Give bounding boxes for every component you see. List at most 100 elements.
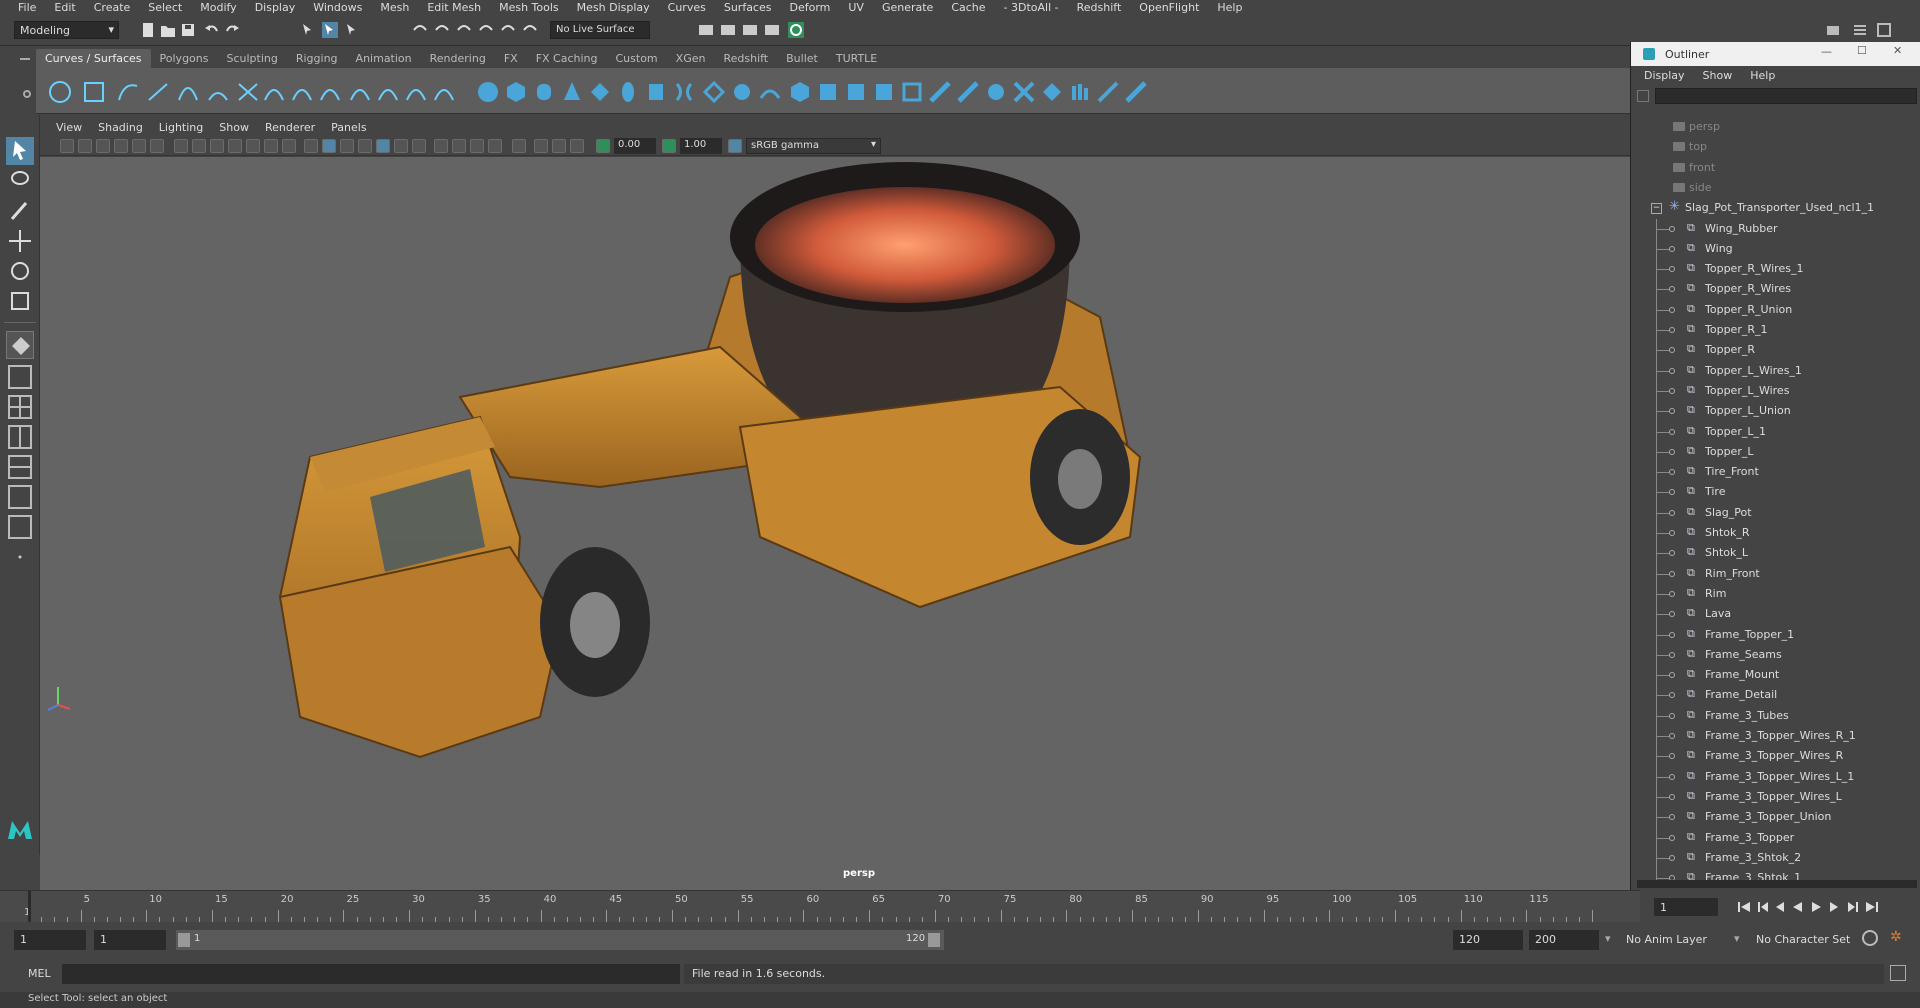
menu-set-dropdown[interactable]: Modeling ▾: [14, 21, 119, 39]
toggle-panel-icon[interactable]: [1876, 22, 1892, 38]
step-back-icon[interactable]: [1776, 902, 1784, 912]
insert-isoparm-icon[interactable]: [1012, 80, 1036, 104]
outliner-mesh-row[interactable]: ⧉ Topper_R_1: [1631, 320, 1920, 340]
snap-point-icon[interactable]: [456, 22, 472, 38]
shelf-tab[interactable]: FX Caching: [527, 49, 607, 68]
outliner-mesh-row[interactable]: ⧉ Frame_3_Topper: [1631, 828, 1920, 848]
outliner-mesh-row[interactable]: ⧉ Frame_Seams: [1631, 645, 1920, 665]
shelf-tab[interactable]: TURTLE: [827, 49, 886, 68]
range-slider[interactable]: 1 120: [176, 930, 944, 950]
outliner-menu-item[interactable]: Display: [1635, 69, 1694, 82]
outliner-mesh-row[interactable]: ⧉ Tire_Front: [1631, 462, 1920, 482]
outliner-hscrollbar[interactable]: [1637, 880, 1917, 888]
last-tool-icon[interactable]: [6, 331, 34, 359]
shadows-icon[interactable]: [412, 139, 426, 153]
planar-icon[interactable]: [702, 80, 726, 104]
paint-select-icon[interactable]: [6, 197, 34, 225]
redo-icon[interactable]: [224, 22, 240, 38]
wireframe-on-shaded-icon[interactable]: [358, 139, 372, 153]
textured-icon[interactable]: [376, 139, 390, 153]
menu-item[interactable]: UV: [839, 0, 873, 16]
snap-view-plane-icon[interactable]: [478, 22, 494, 38]
offset-curve-icon[interactable]: [376, 80, 400, 104]
outliner-mesh-row[interactable]: ⧉ Shtok_R: [1631, 523, 1920, 543]
playback-start-field[interactable]: 1: [94, 930, 166, 950]
isolate-select-icon[interactable]: [512, 139, 526, 153]
revolve-icon[interactable]: [644, 80, 668, 104]
close-icon[interactable]: ✕: [1893, 44, 1902, 57]
wireframe-icon[interactable]: [304, 139, 318, 153]
shelf-tab[interactable]: Curves / Surfaces: [36, 49, 151, 68]
auto-key-icon[interactable]: [1862, 930, 1878, 946]
viewport-menu-item[interactable]: Show: [211, 121, 257, 134]
outliner-mesh-row[interactable]: ⧉ Topper_L_Wires_1: [1631, 361, 1920, 381]
outliner-mesh-row[interactable]: ⧉ Topper_R: [1631, 340, 1920, 360]
xray-icon[interactable]: [534, 139, 548, 153]
perspective-viewport[interactable]: [40, 157, 1630, 890]
shelf-settings-icon[interactable]: [23, 90, 31, 98]
outliner-mesh-row[interactable]: ⧉ Wing_Rubber: [1631, 219, 1920, 239]
menu-item[interactable]: File: [9, 0, 45, 16]
step-forward-icon[interactable]: [1830, 902, 1838, 912]
menu-item[interactable]: OpenFlight: [1130, 0, 1208, 16]
shelf-tab[interactable]: Polygons: [151, 49, 218, 68]
collapse-icon[interactable]: −: [1651, 203, 1662, 215]
outliner-mesh-row[interactable]: ⧉ Frame_Detail: [1631, 685, 1920, 705]
script-language-label[interactable]: MEL: [28, 967, 51, 980]
select-tool-icon[interactable]: [6, 137, 34, 165]
current-frame-field[interactable]: 1: [1654, 898, 1718, 916]
character-set-dropdown[interactable]: No Character Set: [1752, 930, 1872, 950]
gamma-field[interactable]: 1.00: [680, 138, 722, 154]
project-curve-icon[interactable]: [872, 80, 896, 104]
menu-item[interactable]: Edit Mesh: [418, 0, 490, 16]
pencil-curve-icon[interactable]: [206, 80, 230, 104]
camera-attributes-icon[interactable]: [78, 139, 92, 153]
safe-action-icon[interactable]: [264, 139, 278, 153]
viewport-menu-item[interactable]: View: [48, 121, 90, 134]
range-end-handle[interactable]: [928, 933, 940, 947]
minimize-icon[interactable]: —: [1821, 45, 1832, 58]
go-to-end-icon[interactable]: [1866, 902, 1878, 912]
outliner-mesh-row[interactable]: ⧉ Topper_R_Union: [1631, 300, 1920, 320]
two-d-pan-icon[interactable]: [132, 139, 146, 153]
outliner-mesh-row[interactable]: ⧉ Frame_3_Topper_Wires_L_1: [1631, 767, 1920, 787]
time-slider[interactable]: 1510152025303540455055606570758085909510…: [0, 890, 1640, 922]
field-chart-icon[interactable]: [246, 139, 260, 153]
xray-active-icon[interactable]: [570, 139, 584, 153]
outliner-mesh-row[interactable]: ⧉ Topper_L: [1631, 442, 1920, 462]
hypershade-layout-icon[interactable]: [6, 483, 34, 511]
outliner-mesh-row[interactable]: ⧉ Frame_3_Tubes: [1631, 706, 1920, 726]
grid-icon[interactable]: [174, 139, 188, 153]
nurbs-torus-icon[interactable]: [616, 80, 640, 104]
outliner-mesh-row[interactable]: ⧉ Topper_R_Wires: [1631, 279, 1920, 299]
menu-item[interactable]: Mesh Display: [568, 0, 659, 16]
use-default-material-icon[interactable]: [340, 139, 354, 153]
nurbs-plane-icon[interactable]: [588, 80, 612, 104]
step-back-key-icon[interactable]: [1758, 902, 1768, 912]
screen-space-ao-icon[interactable]: [434, 139, 448, 153]
shelf-tab[interactable]: XGen: [667, 49, 715, 68]
menu-item[interactable]: Mesh: [371, 0, 418, 16]
chevron-down-icon[interactable]: ▾: [1605, 932, 1611, 945]
outliner-mesh-row[interactable]: ⧉ Frame_3_Shtok_2: [1631, 848, 1920, 868]
extend-curve-icon[interactable]: [348, 80, 372, 104]
rebuild-curve-icon[interactable]: [404, 80, 428, 104]
rebuild-surface-icon[interactable]: [1040, 80, 1064, 104]
persp-outliner-layout-icon[interactable]: [6, 423, 34, 451]
render-settings-icon[interactable]: [764, 22, 780, 38]
menu-item[interactable]: Cache: [942, 0, 994, 16]
lasso-tool-icon[interactable]: [6, 167, 34, 195]
camera-select-icon[interactable]: [60, 139, 74, 153]
shelf-menu-icon[interactable]: [20, 58, 30, 60]
toolbox-more-icon[interactable]: [6, 543, 34, 571]
outliner-camera-row[interactable]: side: [1631, 178, 1920, 198]
extrude-icon[interactable]: [730, 80, 754, 104]
shelf-tab[interactable]: Sculpting: [217, 49, 286, 68]
viewport-menu-item[interactable]: Lighting: [151, 121, 211, 134]
menu-item[interactable]: Edit: [45, 0, 84, 16]
viewport-menu-item[interactable]: Shading: [90, 121, 151, 134]
bevel-plus-icon[interactable]: [844, 80, 868, 104]
shelf-tab[interactable]: Animation: [347, 49, 421, 68]
extend-surface-icon[interactable]: [984, 80, 1008, 104]
menu-item[interactable]: - 3DtoAll -: [995, 0, 1068, 16]
